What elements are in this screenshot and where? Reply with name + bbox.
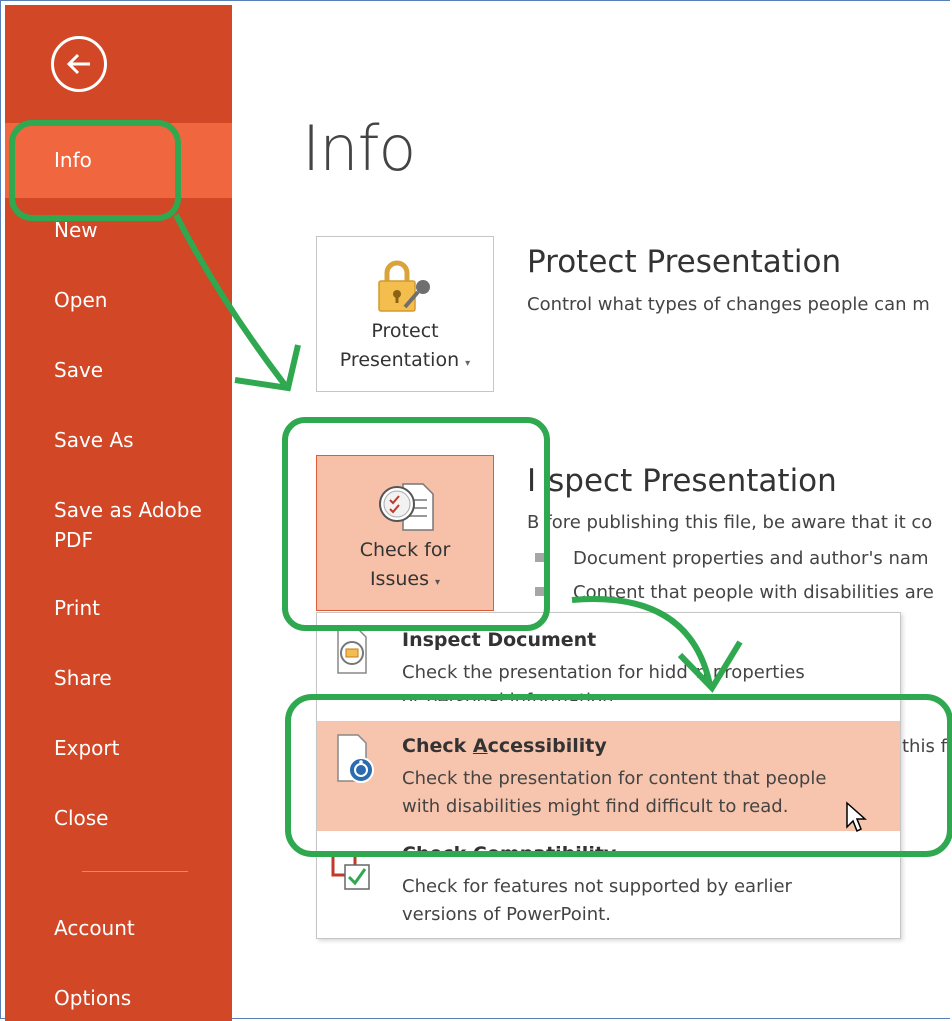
check-issues-menu: Inspect Document Check the presentation … [316,612,901,939]
page-title: Info [302,112,416,185]
inspect-section-title: Ispect Presentation [527,463,837,499]
sidebar-item-open[interactable]: Open [5,285,232,315]
inspect-bullet-accessibility: Content that people with disabilities ar… [573,582,934,603]
protect-section-desc: Control what types of changes people can… [527,294,930,315]
menu-item-desc: Check the presentation for content that … [402,768,827,789]
sidebar-item-new[interactable]: New [5,215,232,245]
back-arrow-icon [66,53,90,75]
button-label: Check for [359,539,451,561]
button-label: Presentation ▾ [339,349,471,371]
accessibility-icon [337,734,374,783]
menu-item-desc: Check the presentation for hidd n propert… [402,662,805,683]
button-label: Protect [371,320,439,342]
back-button[interactable] [51,36,107,92]
sidebar-item-save-as-pdf[interactable]: Save as Adobe PDF [5,495,232,555]
menu-item-desc: or personal information. [402,690,620,701]
menu-item-desc: Check for features not supported by earl… [402,876,792,897]
sidebar-item-close[interactable]: Close [5,803,232,833]
menu-item-title: Check Accessibility [402,735,607,757]
lock-key-icon [378,260,430,312]
menu-item-inspect-document[interactable]: Inspect Document Check the presentation … [317,613,900,713]
sidebar-item-label: Save as Adobe [54,498,202,522]
sidebar-item-share[interactable]: Share [5,663,232,693]
bullet [535,553,544,562]
sidebar-item-info[interactable]: Info [5,123,232,198]
menu-item-check-compatibility[interactable]: Check Compatibility Check for features n… [317,837,900,937]
sidebar-item-save-as[interactable]: Save As [5,425,232,455]
inspect-document-icon [337,628,367,674]
button-label: Issues ▾ [369,568,441,590]
sidebar-item-save[interactable]: Save [5,355,232,385]
inspect-bullet-properties: Document properties and author's nam [573,548,929,569]
menu-item-desc: versions of PowerPoint. [402,904,611,925]
sidebar-item-account[interactable]: Account [5,913,232,943]
sidebar-item-export[interactable]: Export [5,733,232,763]
sidebar-divider [82,871,188,872]
mouse-cursor-icon [846,801,867,833]
check-for-issues-button[interactable]: Check for Issues ▾ [316,455,494,611]
bullet [535,587,544,596]
sidebar-item-options[interactable]: Options [5,983,232,1013]
menu-item-desc: with disabilities might find difficult t… [402,796,789,817]
backstage-sidebar: Info New Open Save Save As Save as Adobe… [5,5,232,1021]
menu-item-title: Inspect Document [402,629,597,651]
menu-item-check-accessibility[interactable]: Check Accessibility Check the presentati… [317,721,900,833]
menu-item-title: Check Compatibility [402,843,617,857]
sidebar-item-label: PDF [54,528,93,552]
sidebar-item-print[interactable]: Print [5,593,232,623]
protect-section-title: Protect Presentation [527,244,842,280]
inspect-section-desc: Bfore publishing this file, be aware tha… [527,512,933,533]
inspect-document-icon [379,483,434,531]
protect-presentation-button[interactable]: Protect Presentation ▾ [316,236,494,392]
partial-text: this fi [902,736,952,757]
compatibility-icon [331,851,370,890]
